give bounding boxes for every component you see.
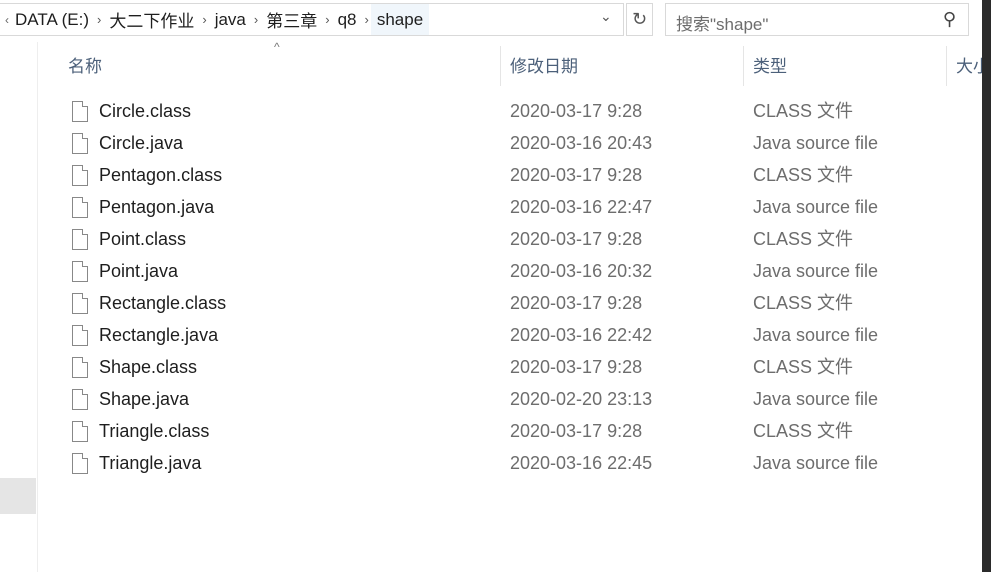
file-type: Java source file xyxy=(753,453,879,473)
navigation-pane-selected-item[interactable] xyxy=(0,478,36,514)
file-name: Shape.class xyxy=(99,357,198,377)
column-header-name[interactable]: 名称 xyxy=(68,45,102,88)
file-type: Java source file xyxy=(753,389,879,409)
file-date: 2020-03-16 22:45 xyxy=(510,453,653,473)
file-date: 2020-03-17 9:28 xyxy=(510,421,643,441)
file-date: 2020-03-17 9:28 xyxy=(510,229,643,249)
file-type: Java source file xyxy=(753,197,879,217)
chevron-right-icon[interactable]: › xyxy=(362,12,370,27)
file-name: Pentagon.class xyxy=(99,165,223,185)
file-row[interactable]: Rectangle.java 2020-03-16 22:42 Java sou… xyxy=(60,319,982,351)
file-date: 2020-03-16 20:32 xyxy=(510,261,653,281)
refresh-button[interactable]: ↻ xyxy=(626,3,653,36)
file-name: Point.class xyxy=(99,229,187,249)
file-type: CLASS 文件 xyxy=(753,421,854,441)
address-bar[interactable]: ‹ DATA (E:) › 大二下作业 › java › 第三章 › q8 › shape xyxy=(0,3,624,36)
file-type: CLASS 文件 xyxy=(753,229,854,249)
file-icon xyxy=(72,293,88,314)
column-divider[interactable] xyxy=(946,46,947,86)
file-type: CLASS 文件 xyxy=(753,101,854,121)
column-header-date[interactable]: 修改日期 xyxy=(510,45,578,88)
file-name: Rectangle.java xyxy=(99,325,219,345)
file-row[interactable]: Rectangle.class 2020-03-17 9:28 CLASS 文件 xyxy=(60,287,982,319)
breadcrumb-current[interactable]: shape xyxy=(370,4,430,35)
file-type: Java source file xyxy=(753,261,879,281)
file-icon xyxy=(72,133,88,154)
file-icon xyxy=(72,357,88,378)
file-row[interactable]: Triangle.java 2020-03-16 22:45 Java sour… xyxy=(60,447,982,479)
file-date: 2020-03-17 9:28 xyxy=(510,293,643,313)
refresh-icon: ↻ xyxy=(631,9,648,29)
sort-ascending-icon: ^ xyxy=(274,40,280,54)
file-date: 2020-03-17 9:28 xyxy=(510,357,643,377)
file-icon xyxy=(72,101,88,122)
file-row[interactable]: Shape.java 2020-02-20 23:13 Java source … xyxy=(60,383,982,415)
chevron-right-icon[interactable]: › xyxy=(95,12,103,27)
column-header-size[interactable]: 大小 xyxy=(956,45,982,88)
file-type: CLASS 文件 xyxy=(753,165,854,185)
file-name: Triangle.java xyxy=(99,453,202,473)
file-name: Circle.java xyxy=(99,133,184,153)
file-name: Pentagon.java xyxy=(99,197,215,217)
search-placeholder: 搜索"shape" xyxy=(676,15,769,34)
chevron-left-icon[interactable]: ‹ xyxy=(0,13,9,27)
file-date: 2020-03-17 9:28 xyxy=(510,165,643,185)
file-date: 2020-02-20 23:13 xyxy=(510,389,653,409)
file-row[interactable]: Circle.java 2020-03-16 20:43 Java source… xyxy=(60,127,982,159)
file-row[interactable]: Shape.class 2020-03-17 9:28 CLASS 文件 xyxy=(60,351,982,383)
breadcrumb-drive[interactable]: DATA (E:) xyxy=(9,10,95,30)
file-type: Java source file xyxy=(753,325,879,345)
file-icon xyxy=(72,421,88,442)
file-name: Rectangle.class xyxy=(99,293,227,313)
file-date: 2020-03-16 22:47 xyxy=(510,197,653,217)
file-type: CLASS 文件 xyxy=(753,293,854,313)
file-name: Triangle.class xyxy=(99,421,210,441)
file-row[interactable]: Circle.class 2020-03-17 9:28 CLASS 文件 xyxy=(60,95,982,127)
file-name: Point.java xyxy=(99,261,179,281)
file-icon xyxy=(72,261,88,282)
file-date: 2020-03-16 20:43 xyxy=(510,133,653,153)
file-row[interactable]: Pentagon.java 2020-03-16 22:47 Java sour… xyxy=(60,191,982,223)
search-icon[interactable]: ⚲ xyxy=(943,9,956,30)
chevron-down-icon[interactable]: ⌄ xyxy=(600,8,612,25)
file-icon xyxy=(72,389,88,410)
chevron-right-icon[interactable]: › xyxy=(200,12,208,27)
chevron-right-icon[interactable]: › xyxy=(323,12,331,27)
column-divider[interactable] xyxy=(500,46,501,86)
chevron-right-icon[interactable]: › xyxy=(252,12,260,27)
file-icon xyxy=(72,325,88,346)
breadcrumb-folder[interactable]: java xyxy=(209,10,252,30)
file-date: 2020-03-16 22:42 xyxy=(510,325,653,345)
breadcrumb-folder[interactable]: q8 xyxy=(332,10,363,30)
file-row[interactable]: Point.class 2020-03-17 9:28 CLASS 文件 xyxy=(60,223,982,255)
search-input[interactable]: 搜索"shape" ⚲ xyxy=(665,3,969,36)
file-row[interactable]: Point.java 2020-03-16 20:32 Java source … xyxy=(60,255,982,287)
column-divider[interactable] xyxy=(743,46,744,86)
file-icon xyxy=(72,165,88,186)
file-icon xyxy=(72,229,88,250)
breadcrumb-folder[interactable]: 第三章 xyxy=(260,7,323,32)
file-date: 2020-03-17 9:28 xyxy=(510,101,643,121)
file-row[interactable]: Triangle.class 2020-03-17 9:28 CLASS 文件 xyxy=(60,415,982,447)
file-type: Java source file xyxy=(753,133,879,153)
column-header-type[interactable]: 类型 xyxy=(753,45,787,88)
window-edge xyxy=(982,0,991,572)
file-icon xyxy=(72,453,88,474)
file-row[interactable]: Pentagon.class 2020-03-17 9:28 CLASS 文件 xyxy=(60,159,982,191)
file-name: Circle.class xyxy=(99,101,192,121)
breadcrumb-folder[interactable]: 大二下作业 xyxy=(103,7,200,32)
file-name: Shape.java xyxy=(99,389,190,409)
file-type: CLASS 文件 xyxy=(753,357,854,377)
file-icon xyxy=(72,197,88,218)
